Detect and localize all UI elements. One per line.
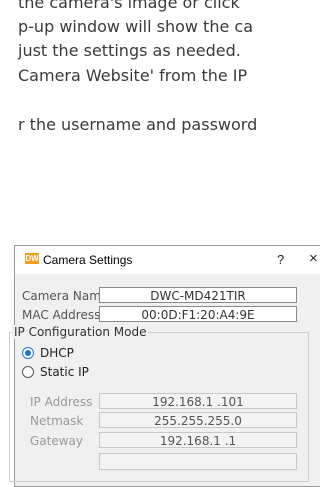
netmask-field[interactable]: 255.255.255.0: [99, 412, 297, 428]
static-ip-radio[interactable]: [22, 366, 34, 378]
dialog-titlebar: DW Camera Settings ? ×: [15, 246, 320, 274]
dialog-title: Camera Settings: [43, 253, 133, 267]
camera-name-field[interactable]: DWC-MD421TIR: [99, 287, 297, 303]
help-icon[interactable]: ?: [277, 252, 284, 267]
gateway-label: Gateway: [30, 434, 84, 448]
dhcp-radio-label[interactable]: DHCP: [40, 346, 74, 360]
dns-field[interactable]: [99, 453, 297, 470]
static-ip-radio-label[interactable]: Static IP: [40, 365, 89, 379]
camera-name-label: Camera Name: [22, 289, 109, 303]
doc-text-line: just the settings as needed.: [18, 41, 241, 60]
ip-address-label: IP Address: [30, 395, 93, 409]
mac-address-field[interactable]: 00:0D:F1:20:A4:9E: [99, 306, 297, 322]
netmask-label: Netmask: [30, 414, 84, 428]
doc-text-line: the camera's image or click: [18, 0, 240, 12]
close-icon[interactable]: ×: [309, 250, 318, 267]
dhcp-radio[interactable]: [22, 347, 34, 359]
doc-text-line: p-up window will show the ca: [18, 17, 253, 36]
gateway-field[interactable]: 192.168.1 .1: [99, 432, 297, 448]
app-logo-icon: DW: [25, 253, 39, 264]
ip-address-field[interactable]: 192.168.1 .101: [99, 393, 297, 409]
mac-address-label: MAC Address: [22, 308, 101, 322]
doc-text-line: Camera Website' from the IP: [18, 66, 248, 85]
ip-config-group-title: IP Configuration Mode: [12, 325, 149, 339]
doc-text-line: r the username and password: [18, 115, 258, 134]
